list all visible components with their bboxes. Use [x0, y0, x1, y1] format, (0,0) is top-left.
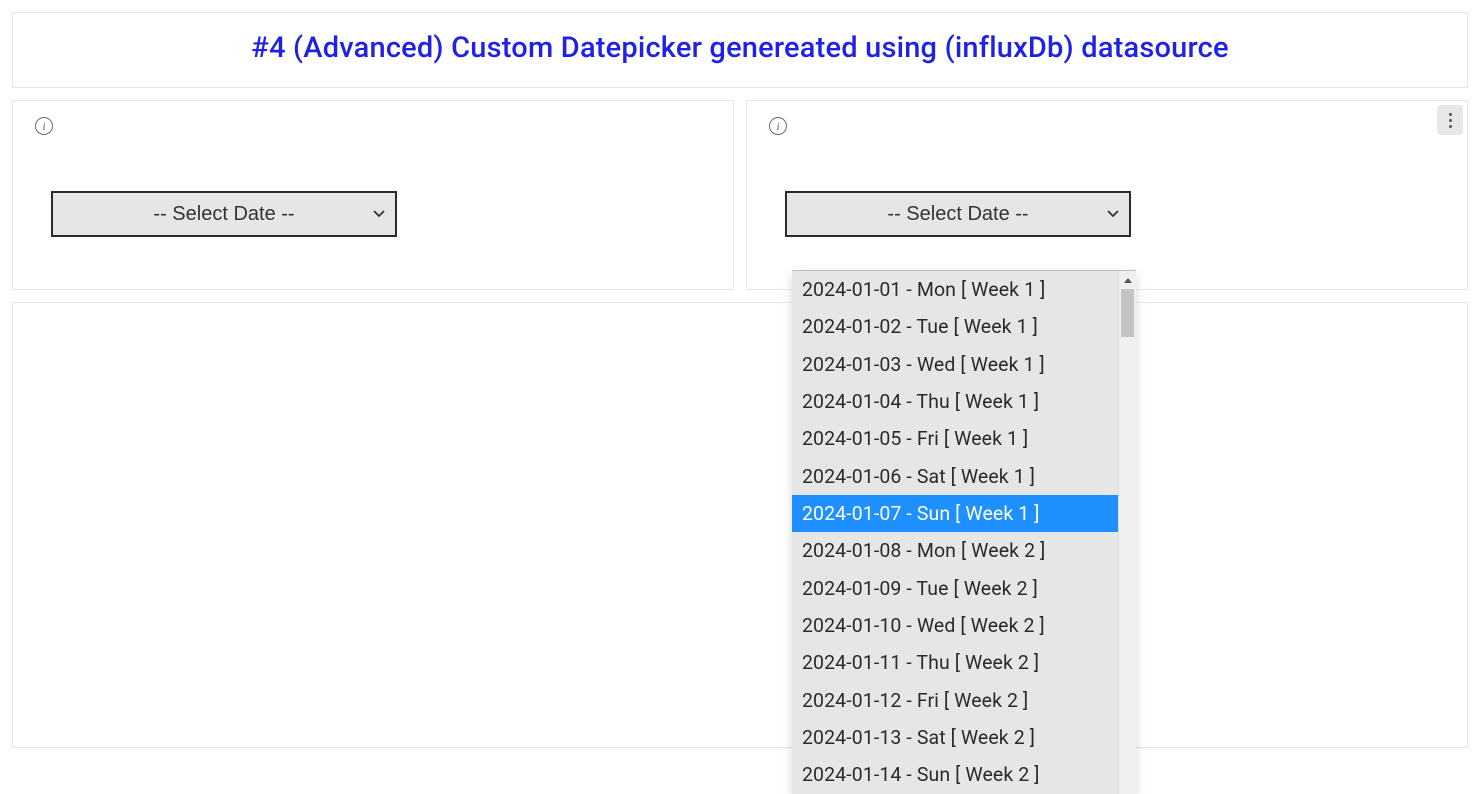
date-option[interactable]: 2024-01-11 - Thu [ Week 2 ] [792, 644, 1118, 681]
info-icon[interactable]: i [35, 117, 53, 135]
date-option[interactable]: 2024-01-10 - Wed [ Week 2 ] [792, 607, 1118, 644]
header-row: #4 (Advanced) Custom Datepicker genereat… [12, 12, 1468, 88]
panel-menu-button[interactable] [1437, 105, 1463, 135]
panel-right: i -- Select Date -- [746, 100, 1468, 290]
select-date-right-wrap: -- Select Date -- [785, 191, 1445, 237]
select-date-right[interactable]: -- Select Date -- [785, 191, 1131, 237]
date-option[interactable]: 2024-01-03 - Wed [ Week 1 ] [792, 346, 1118, 383]
date-option[interactable]: 2024-01-09 - Tue [ Week 2 ] [792, 570, 1118, 607]
date-option[interactable]: 2024-01-01 - Mon [ Week 1 ] [792, 271, 1118, 308]
select-date-right-outer: -- Select Date -- [785, 191, 1131, 237]
listbox-scrollbar[interactable] [1118, 271, 1136, 794]
info-icon[interactable]: i [769, 117, 787, 135]
scroll-up-arrow-icon[interactable] [1119, 271, 1136, 289]
date-option[interactable]: 2024-01-02 - Tue [ Week 1 ] [792, 308, 1118, 345]
scroll-track[interactable] [1119, 289, 1136, 794]
select-date-left-outer: -- Select Date -- [51, 191, 397, 237]
date-option[interactable]: 2024-01-04 - Thu [ Week 1 ] [792, 383, 1118, 420]
select-date-left-wrap: -- Select Date -- [51, 191, 711, 237]
scroll-thumb[interactable] [1121, 289, 1134, 337]
panel-left-toolbar: i [35, 115, 711, 137]
date-option[interactable]: 2024-01-06 - Sat [ Week 1 ] [792, 458, 1118, 495]
panel-left: i -- Select Date -- [12, 100, 734, 290]
date-option[interactable]: 2024-01-07 - Sun [ Week 1 ] [792, 495, 1118, 532]
date-option[interactable]: 2024-01-12 - Fri [ Week 2 ] [792, 682, 1118, 719]
date-option[interactable]: 2024-01-05 - Fri [ Week 1 ] [792, 420, 1118, 457]
page-title: #4 (Advanced) Custom Datepicker genereat… [23, 31, 1457, 65]
panel-right-toolbar: i [769, 115, 1445, 137]
date-listbox-items: 2024-01-01 - Mon [ Week 1 ]2024-01-02 - … [792, 271, 1118, 794]
panels-row: i -- Select Date -- i -- [12, 100, 1468, 290]
kebab-icon [1449, 113, 1452, 128]
date-option[interactable]: 2024-01-14 - Sun [ Week 2 ] [792, 756, 1118, 793]
date-option[interactable]: 2024-01-08 - Mon [ Week 2 ] [792, 532, 1118, 569]
date-option[interactable]: 2024-01-13 - Sat [ Week 2 ] [792, 719, 1118, 756]
select-date-left[interactable]: -- Select Date -- [51, 191, 397, 237]
panel-bottom [12, 302, 1468, 748]
date-listbox: 2024-01-01 - Mon [ Week 1 ]2024-01-02 - … [792, 270, 1136, 794]
